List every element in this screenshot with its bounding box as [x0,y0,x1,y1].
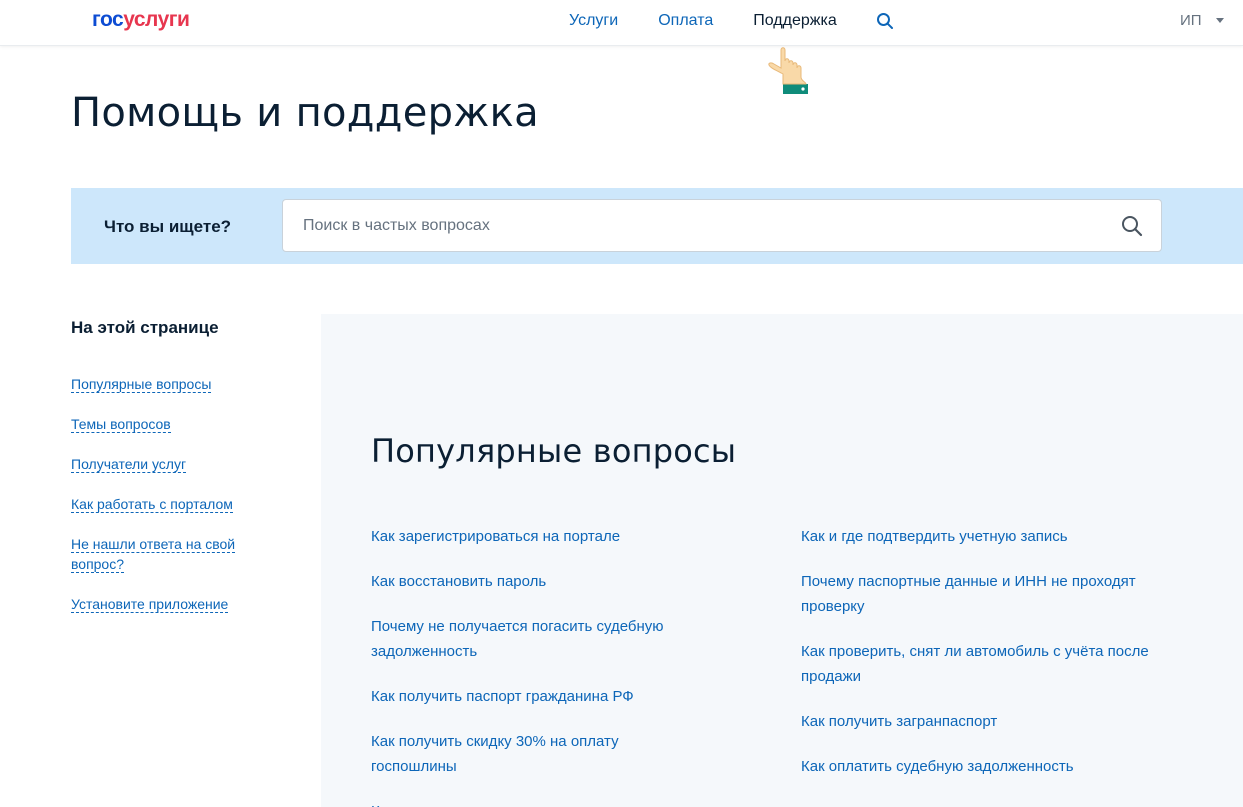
toc-item-label: Как работать с порталом [71,496,233,513]
question-link[interactable]: Как восстановить пароль [371,569,701,594]
question-link[interactable]: Как и где подтвердить учетную запись [801,524,1181,549]
logo-part-gos: гос [92,8,124,31]
popular-questions-section: Популярные вопросы Как зарегистрироватьс… [321,314,1243,807]
search-band: Что вы ищете? [71,188,1243,264]
toc-item-recipients[interactable]: Получатели услуг [71,454,271,474]
question-link[interactable]: Почему паспортные данные и ИНН не проход… [801,569,1181,619]
gosuslugi-logo[interactable]: госуслуги [92,8,190,32]
toc-item-portal-usage[interactable]: Как работать с порталом [71,494,271,514]
toc-item-popular[interactable]: Популярные вопросы [71,374,271,394]
search-label: Что вы ищете? [104,217,232,236]
top-header: госуслуги Услуги Оплата Поддержка ИП [0,0,1243,46]
toc-item-install-app[interactable]: Установите приложение [71,594,271,614]
user-menu[interactable]: ИП [1180,12,1224,29]
nav-services[interactable]: Услуги [569,12,618,30]
toc-item-label: Популярные вопросы [71,376,212,393]
nav-support[interactable]: Поддержка [753,12,836,30]
toc-item-topics[interactable]: Темы вопросов [71,414,271,434]
toc-item-not-found[interactable]: Не нашли ответа на свой вопрос? [71,534,251,574]
toc-item-label: Установите приложение [71,596,229,613]
hand-cursor-icon [768,47,808,94]
question-link[interactable]: Как получить скидку 30% на оплату госпош… [371,729,701,779]
search-icon[interactable] [1121,215,1143,237]
question-link[interactable]: Как получить паспорт гражданина РФ [371,684,701,709]
chevron-down-icon [1215,18,1224,23]
questions-column-right: Как и где подтвердить учетную запись Поч… [801,524,1181,799]
logo-part-uslugi: услуги [123,8,190,31]
question-link[interactable]: Как проверить, снят ли автомобиль с учёт… [801,639,1181,689]
toc-item-label: Темы вопросов [71,416,171,433]
user-label: ИП [1180,12,1202,29]
faq-search-box [282,199,1162,252]
page-title: Помощь и поддержка [71,90,539,136]
page-toc: На этой странице Популярные вопросы Темы… [71,318,271,634]
question-link[interactable]: Как оплатить судебную задолженность [801,754,1181,779]
toc-title: На этой странице [71,318,219,337]
question-link[interactable]: Как зарегистрироваться на портале [371,524,701,549]
section-title: Популярные вопросы [371,432,737,470]
faq-search-input[interactable] [283,200,1161,251]
question-link[interactable]: Как получить загранпаспорт [801,709,1181,734]
toc-item-label: Не нашли ответа на свой вопрос? [71,536,236,573]
search-icon[interactable] [876,12,894,30]
main-nav: Услуги Оплата Поддержка [569,12,877,30]
questions-column-left: Как зарегистрироваться на портале Как во… [371,524,701,807]
nav-payment[interactable]: Оплата [658,12,713,30]
question-link[interactable]: Как узнать о пенсионных накоплениях [371,799,701,807]
toc-item-label: Получатели услуг [71,456,187,473]
question-link[interactable]: Почему не получается погасить судебную з… [371,614,701,664]
